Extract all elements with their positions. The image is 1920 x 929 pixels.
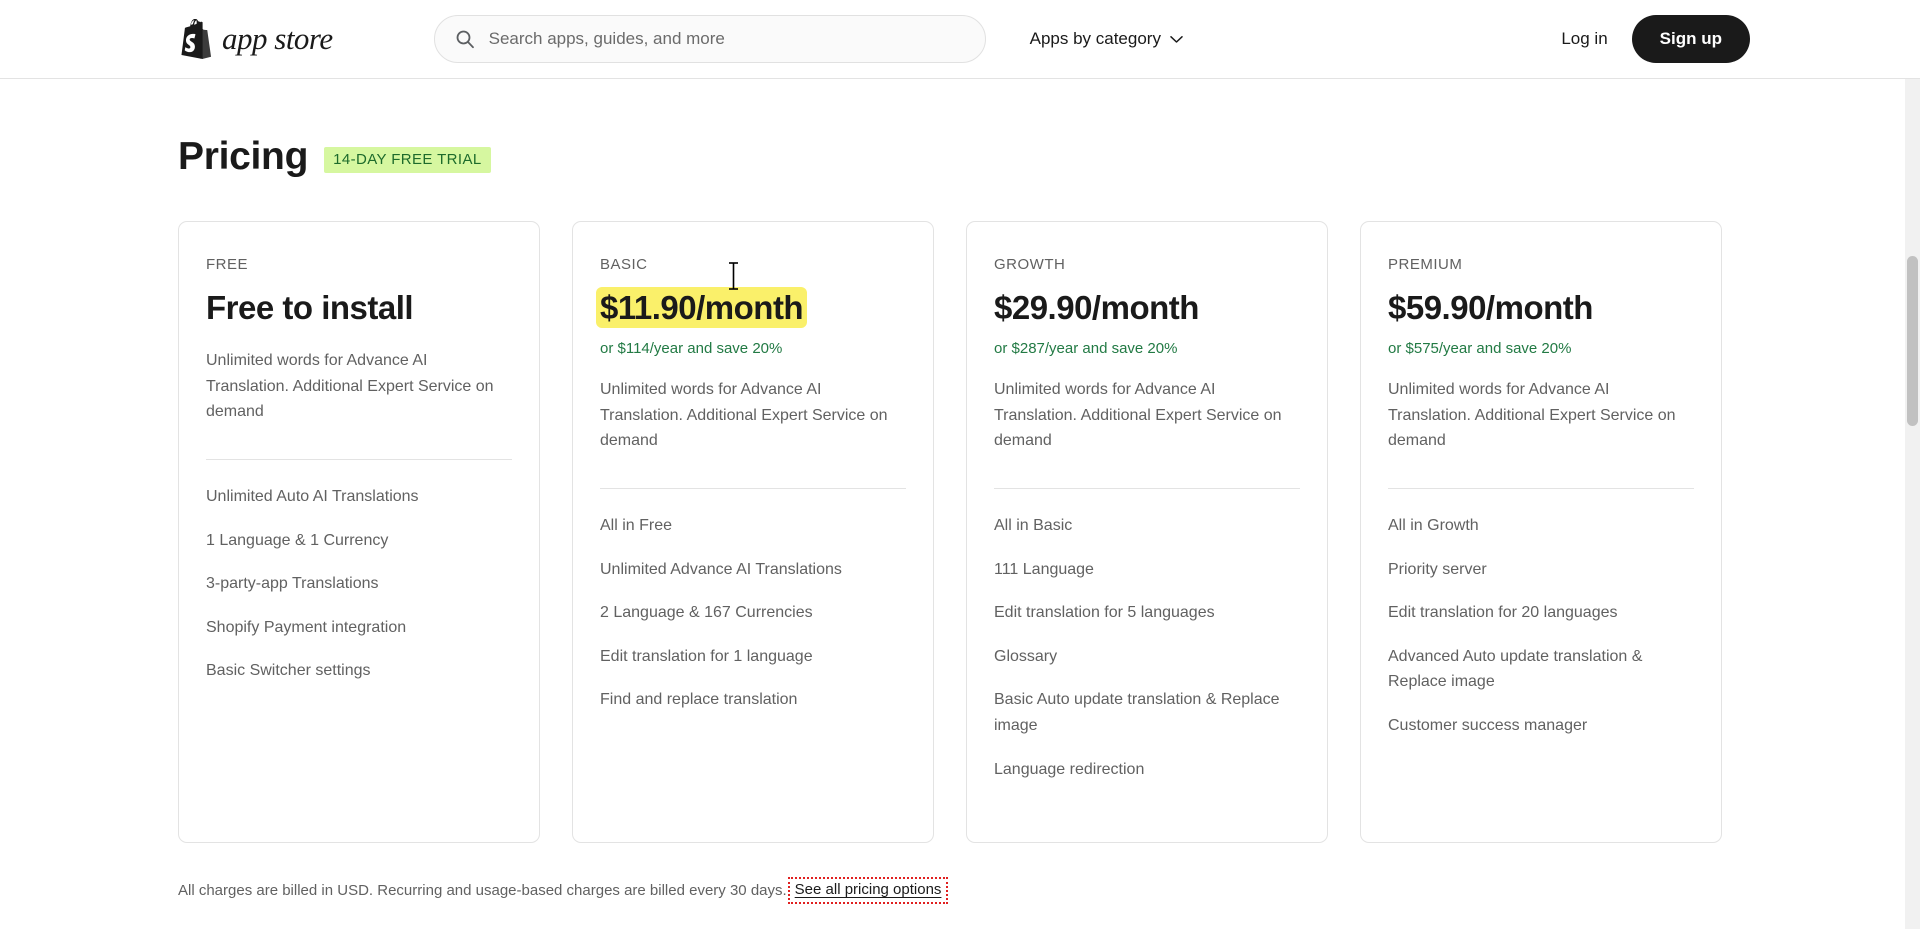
pricing-card-basic: BASIC $11.90/month or $114/year and save…	[572, 221, 934, 843]
plan-price: Free to install	[206, 289, 414, 326]
plan-description: Unlimited words for Advance AI Translati…	[994, 381, 1282, 450]
list-item: Unlimited Auto AI Translations	[206, 488, 419, 506]
plan-name: GROWTH	[994, 256, 1066, 273]
plan-price: $29.90/month	[994, 289, 1199, 326]
sign-up-button[interactable]: Sign up	[1631, 15, 1750, 63]
plan-description: Unlimited words for Advance AI Translati…	[206, 352, 494, 421]
plan-yearly-price: or $114/year and save 20%	[600, 340, 783, 358]
pricing-card-free: FREE Free to install Unlimited words for…	[178, 221, 540, 843]
billing-footnote-text: All charges are billed in USD. Recurring…	[178, 882, 787, 899]
page-scrollbar-track[interactable]	[1905, 79, 1920, 929]
free-trial-badge: 14-DAY FREE TRIAL	[324, 146, 491, 174]
list-item: 111 Language	[994, 560, 1094, 578]
shopify-app-store-logo[interactable]: app store	[178, 15, 333, 63]
list-item: Customer success manager	[1388, 717, 1588, 734]
search-input[interactable]	[488, 29, 965, 49]
plan-price[interactable]: $11.90/month	[596, 287, 808, 329]
card-divider	[600, 488, 906, 490]
search-icon	[456, 30, 474, 49]
plan-feature-list: All in Growth Priority server Edit trans…	[1388, 513, 1694, 757]
list-item: Edit translation for 20 languages	[1388, 604, 1618, 622]
pricing-card-premium: PREMIUM $59.90/month or $575/year and sa…	[1360, 221, 1722, 843]
card-divider	[206, 459, 512, 461]
list-item: Edit translation for 1 language	[600, 647, 813, 665]
pricing-card-growth: GROWTH $29.90/month or $287/year and sav…	[966, 221, 1328, 843]
see-all-pricing-options-annotation: See all pricing options	[787, 877, 949, 904]
site-header: app store Apps by category Log in Sign u…	[0, 0, 1920, 79]
plan-yearly-price: or $287/year and save 20%	[994, 340, 1178, 358]
list-item: Language redirection	[994, 760, 1145, 778]
list-item: 2 Language & 167 Currencies	[600, 604, 813, 622]
page-title: Pricing	[178, 135, 309, 178]
list-item: Edit translation for 5 languages	[994, 604, 1215, 622]
apps-by-category-label: Apps by category	[1029, 29, 1161, 48]
chevron-down-icon	[1170, 35, 1183, 43]
pricing-header: Pricing 14-DAY FREE TRIAL	[178, 135, 1742, 179]
page-scrollbar-thumb[interactable]	[1907, 256, 1918, 426]
logo-text: app store	[222, 21, 333, 56]
see-all-pricing-options-link[interactable]: See all pricing options	[795, 881, 942, 898]
apps-by-category-menu[interactable]: Apps by category	[1030, 29, 1183, 49]
card-divider	[994, 488, 1300, 490]
plan-feature-list: All in Basic 111 Language Edit translati…	[994, 513, 1300, 800]
pricing-plan-list: FREE Free to install Unlimited words for…	[178, 221, 1742, 843]
plan-feature-list: All in Free Unlimited Advance AI Transla…	[600, 513, 906, 731]
list-item: Priority server	[1388, 560, 1487, 578]
list-item: Advanced Auto update translation & Repla…	[1388, 647, 1643, 691]
plan-yearly-price: or $575/year and save 20%	[1388, 340, 1572, 358]
list-item: Basic Switcher settings	[206, 662, 371, 680]
list-item: Unlimited Advance AI Translations	[600, 560, 842, 578]
billing-footnote: All charges are billed in USD. Recurring…	[178, 877, 1742, 904]
pricing-section: Pricing 14-DAY FREE TRIAL FREE Free to i…	[0, 135, 1920, 904]
plan-price: $59.90/month	[1388, 289, 1593, 326]
plan-feature-list: Unlimited Auto AI Translations 1 Languag…	[206, 484, 512, 702]
plan-name: FREE	[206, 256, 249, 273]
list-item: All in Free	[600, 517, 673, 535]
shopify-bag-icon	[181, 19, 212, 59]
log-in-link[interactable]: Log in	[1561, 29, 1607, 49]
plan-name: PREMIUM	[1388, 256, 1463, 273]
list-item: All in Basic	[994, 517, 1073, 535]
list-item: Find and replace translation	[600, 691, 798, 709]
plan-description: Unlimited words for Advance AI Translati…	[600, 381, 888, 450]
plan-name: BASIC	[600, 256, 648, 273]
list-item: 1 Language & 1 Currency	[206, 531, 389, 549]
plan-description: Unlimited words for Advance AI Translati…	[1388, 381, 1676, 450]
header-actions: Log in Sign up	[1561, 15, 1920, 63]
list-item: 3-party-app Translations	[206, 575, 379, 593]
search-box[interactable]	[433, 15, 986, 63]
list-item: Glossary	[994, 647, 1058, 665]
list-item: Basic Auto update translation & Replace …	[994, 691, 1280, 734]
card-divider	[1388, 488, 1694, 490]
list-item: Shopify Payment integration	[206, 618, 407, 636]
list-item: All in Growth	[1388, 517, 1479, 535]
